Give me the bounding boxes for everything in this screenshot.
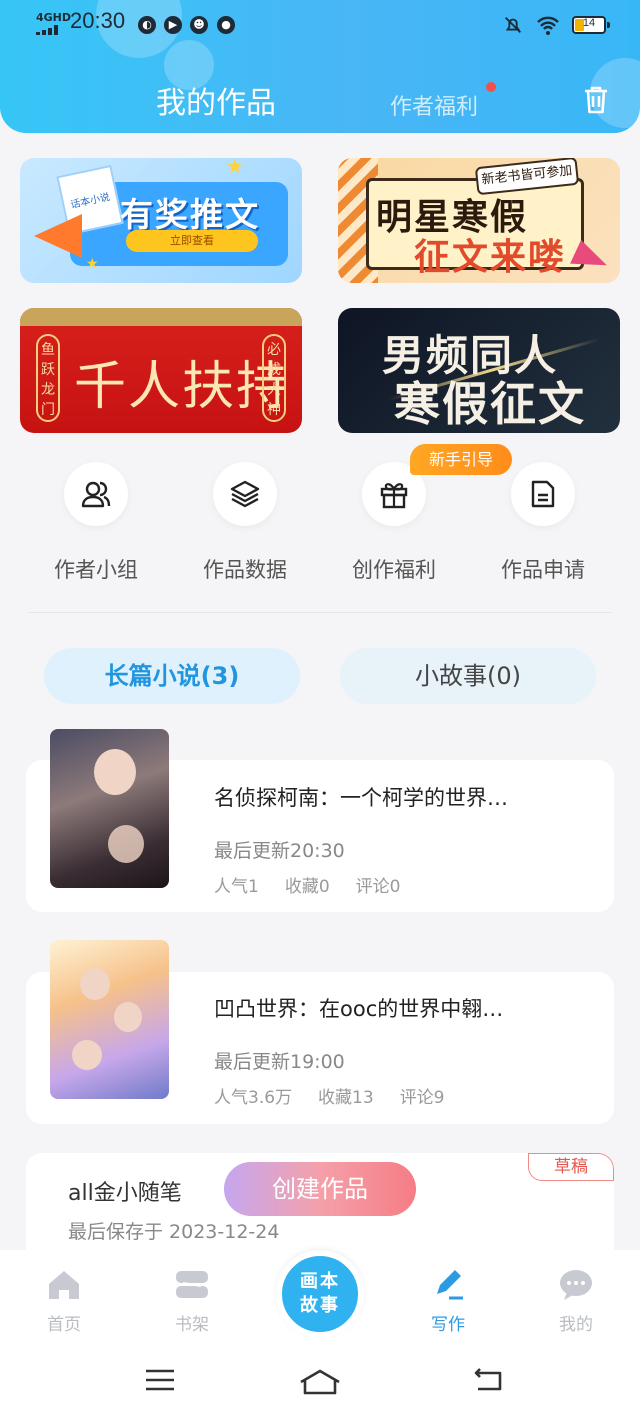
layers-icon [230, 480, 260, 508]
cover-figure [94, 749, 136, 795]
banner-winter-contest[interactable]: 明星寒假 征文来喽 新老书皆可参加 [338, 158, 620, 283]
nav-label: 首页 [47, 1315, 81, 1335]
create-work-button[interactable]: 创建作品 [224, 1162, 416, 1216]
document-icon [531, 480, 555, 508]
cover-figure [72, 1040, 102, 1070]
divider [28, 612, 612, 613]
notification-dot [486, 82, 496, 92]
favorites-count: 收藏13 [318, 1088, 374, 1108]
trash-icon[interactable] [582, 84, 610, 116]
video-app-icon: ▶ [164, 16, 182, 34]
work-update-time: 最后更新19:00 [214, 1051, 345, 1073]
menu-icon[interactable] [144, 1368, 176, 1392]
battery-level: 14 [582, 17, 596, 29]
banner-male-fanfic[interactable]: 男频同人 寒假征文 [338, 308, 620, 433]
banner-reward-promo[interactable]: 话本小说 有奖推文 立即查看 ★ ★ [20, 158, 302, 283]
nav-mine[interactable]: 我的 [536, 1266, 616, 1335]
picture-story-button[interactable]: 画本 故事 [276, 1250, 364, 1338]
nav-label: 写作 [431, 1315, 465, 1335]
nav-bookshelf[interactable]: 书架 [152, 1266, 232, 1335]
gift-icon [380, 483, 408, 509]
banner-title: 有奖推文 [120, 195, 260, 234]
quick-action-circle [64, 462, 128, 526]
home-button-icon[interactable] [298, 1368, 342, 1396]
book-cover[interactable] [50, 940, 169, 1099]
banner-title: 千人扶持 [74, 357, 291, 417]
work-stats: 人气3.6万 收藏13 评论9 [214, 1083, 471, 1108]
banner-thousand-support[interactable]: 鱼跃龙门 千人扶持 必成大神 [20, 308, 302, 433]
nav-write[interactable]: 写作 [408, 1266, 488, 1335]
work-stats: 人气1 收藏0 评论0 [214, 872, 426, 897]
favorites-count: 收藏0 [284, 877, 330, 897]
system-navigation-bar [0, 1350, 640, 1422]
draft-saved-time: 最后保存于 2023-12-24 [68, 1221, 280, 1243]
quick-action-label: 作品申请 [501, 558, 585, 582]
comments-count: 评论0 [355, 877, 401, 897]
battery-icon: 14 [572, 16, 610, 34]
quick-action-circle [511, 462, 575, 526]
author-welfare-tab[interactable]: 作者福利 [390, 89, 478, 121]
network-type: 4GHD [36, 11, 72, 24]
popularity-count: 人气3.6万 [214, 1088, 293, 1108]
view-now-button[interactable]: 立即查看 [126, 230, 258, 252]
group-icon [81, 481, 111, 508]
right-couplet: 必成大神 [262, 334, 286, 422]
tab-long-novel[interactable]: 长篇小说(3) [44, 648, 300, 704]
quick-action-circle [213, 462, 277, 526]
left-couplet: 鱼跃龙门 [36, 334, 60, 422]
pen-icon [437, 1270, 463, 1300]
quick-action-creation-welfare[interactable]: 创作福利 [329, 462, 459, 592]
gold-trim [20, 308, 302, 326]
wifi-icon [537, 16, 559, 35]
chat-bubble-icon [560, 1270, 592, 1300]
app-notification-icon: ◐ [138, 16, 156, 34]
tab-short-story[interactable]: 小故事(0) [340, 648, 596, 704]
cover-figure [80, 968, 110, 1000]
page-title: 我的作品 [156, 86, 276, 121]
status-bar: 4GHD 20:30 ◐ ▶ ☻ ● 14 [0, 0, 640, 50]
quick-action-label: 创作福利 [352, 558, 436, 582]
quick-action-label: 作品数据 [203, 558, 287, 582]
draft-title: all金小随笔 [68, 1181, 182, 1206]
cover-figure [108, 825, 144, 863]
back-icon[interactable] [472, 1368, 504, 1394]
work-title[interactable]: 名侦探柯南：一个柯学的世界… [214, 782, 554, 812]
nav-label: 我的 [559, 1315, 593, 1335]
center-label-line2: 故事 [300, 1295, 340, 1316]
clock: 20:30 [70, 8, 126, 33]
banner-title-line2: 寒假征文 [394, 377, 586, 431]
center-label-line1: 画本 [300, 1271, 340, 1292]
comments-count: 评论9 [399, 1088, 445, 1108]
work-update-time: 最后更新20:30 [214, 840, 345, 862]
star-icon: ★ [86, 256, 99, 272]
popularity-count: 人气1 [214, 877, 259, 897]
app-header: 4GHD 20:30 ◐ ▶ ☻ ● 14 我的作品 作者福利 [0, 0, 640, 133]
home-icon [49, 1271, 79, 1299]
quick-action-work-application[interactable]: 作品申请 [478, 462, 608, 592]
draft-tag: 草稿 [528, 1153, 614, 1181]
quick-action-label: 作者小组 [54, 558, 138, 582]
megaphone-icon [34, 214, 82, 258]
mascot-app-icon: ☻ [190, 16, 208, 34]
bookshelf-icon [176, 1271, 208, 1298]
quick-action-work-data[interactable]: 作品数据 [180, 462, 310, 592]
newbie-guide-badge[interactable]: 新手引导 [410, 444, 512, 475]
nav-home[interactable]: 首页 [24, 1266, 104, 1335]
quick-action-author-group[interactable]: 作者小组 [31, 462, 161, 592]
chat-app-icon: ● [217, 16, 235, 34]
work-title[interactable]: 凹凸世界：在ooc的世界中翱… [214, 993, 554, 1023]
star-icon: ★ [226, 158, 244, 178]
banner-title-line2: 征文来喽 [414, 237, 567, 278]
mute-bell-icon [505, 17, 521, 33]
book-cover[interactable] [50, 729, 169, 888]
signal-icon [36, 25, 60, 35]
cover-figure [114, 1002, 142, 1032]
nav-label: 书架 [175, 1315, 209, 1335]
